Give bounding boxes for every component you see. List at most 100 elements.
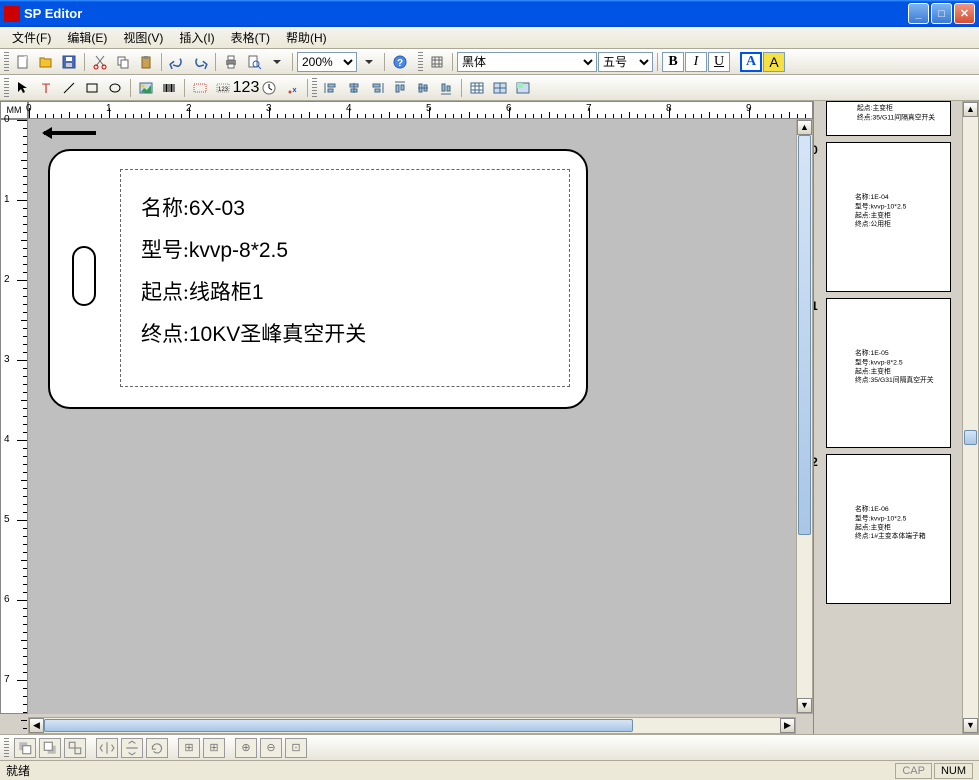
scroll-right-icon[interactable]: ▶: [780, 718, 795, 733]
align-top-button[interactable]: [389, 77, 411, 99]
label-card[interactable]: 名称:6X-03 型号:kvvp-8*2.5 起点:线路柜1 终点:10KV圣峰…: [48, 149, 588, 409]
redo-button[interactable]: [189, 51, 211, 73]
zoom-in-button[interactable]: ⊕: [235, 738, 257, 758]
zoom-dropdown-icon[interactable]: [358, 51, 380, 73]
thumbnails-panel: 起点:主变柜终点:35/G11间隔真空开关 40名称:1E-04型号:kvvp-1…: [813, 101, 979, 734]
scroll-up-icon[interactable]: ▲: [963, 102, 978, 117]
paste-button[interactable]: [135, 51, 157, 73]
counter-tool[interactable]: 123: [235, 77, 257, 99]
font-size-select[interactable]: 五号: [598, 52, 653, 72]
direction-arrow-icon: [36, 129, 96, 137]
thumbnail-card[interactable]: 41名称:1E-05型号:kvvp-8*2.5起点:主变柜终点:35/G31间隔…: [826, 298, 951, 448]
flip-h-button[interactable]: [96, 738, 118, 758]
save-button[interactable]: [58, 51, 80, 73]
decimal-tool[interactable]: [281, 77, 303, 99]
toolbar-drawing: T 123 123: [0, 75, 979, 101]
menu-table[interactable]: 表格(T): [223, 27, 278, 48]
align-left-button[interactable]: [320, 77, 342, 99]
ruler-horizontal[interactable]: 012345678910: [28, 101, 813, 119]
status-num: NUM: [934, 763, 973, 779]
copy-button[interactable]: [112, 51, 134, 73]
rect-tool[interactable]: [81, 77, 103, 99]
time-tool[interactable]: [258, 77, 280, 99]
svg-text:T: T: [42, 80, 51, 96]
text-frame[interactable]: 名称:6X-03 型号:kvvp-8*2.5 起点:线路柜1 终点:10KV圣峰…: [120, 169, 570, 387]
align-center-v-button[interactable]: [412, 77, 434, 99]
align-center-h-button[interactable]: [343, 77, 365, 99]
canvas[interactable]: 名称:6X-03 型号:kvvp-8*2.5 起点:线路柜1 终点:10KV圣峰…: [28, 119, 796, 714]
font-select[interactable]: 黑体: [457, 52, 597, 72]
toolbar-main: 200% ? 黑体 五号 B I U A A: [0, 49, 979, 75]
new-button[interactable]: [12, 51, 34, 73]
text-tool[interactable]: T: [35, 77, 57, 99]
font-color-button[interactable]: A: [740, 52, 762, 72]
status-text: 就绪: [6, 762, 893, 779]
line-tool[interactable]: [58, 77, 80, 99]
open-button[interactable]: [35, 51, 57, 73]
distribute-v-button[interactable]: ⊞: [203, 738, 225, 758]
canvas-hscroll[interactable]: ◀ ▶: [28, 717, 796, 734]
zoom-out-button[interactable]: ⊖: [260, 738, 282, 758]
grid-tool[interactable]: [489, 77, 511, 99]
thumbnail-text: 起点:主变柜终点:35/G11间隔真空开关: [857, 104, 935, 122]
menu-view[interactable]: 视图(V): [115, 27, 171, 48]
ellipse-tool[interactable]: [104, 77, 126, 99]
print-button[interactable]: [220, 51, 242, 73]
rotate-button[interactable]: [146, 738, 168, 758]
flip-v-button[interactable]: [121, 738, 143, 758]
scroll-down-icon[interactable]: ▼: [963, 718, 978, 733]
help-button[interactable]: ?: [389, 51, 411, 73]
zoom-fit-button[interactable]: ⊡: [285, 738, 307, 758]
thumbnail-card[interactable]: 起点:主变柜终点:35/G11间隔真空开关: [826, 101, 951, 136]
zoom-select[interactable]: 200%: [297, 52, 357, 72]
menu-help[interactable]: 帮助(H): [278, 27, 335, 48]
toolbar-grip[interactable]: [4, 78, 9, 98]
toolbar-grip[interactable]: [312, 78, 317, 98]
align-bottom-button[interactable]: [435, 77, 457, 99]
grid-button[interactable]: [426, 51, 448, 73]
underline-button[interactable]: U: [708, 52, 730, 72]
statusbar: 就绪 CAP NUM: [0, 760, 979, 780]
dropdown-icon[interactable]: [266, 51, 288, 73]
thumbnail-number: 42: [814, 455, 818, 469]
sequence-tool[interactable]: [189, 77, 211, 99]
cut-button[interactable]: [89, 51, 111, 73]
date-tool[interactable]: 123: [212, 77, 234, 99]
svg-text:123: 123: [218, 87, 229, 93]
canvas-area: MM 012345678910 012345678 名称:6X-03 型号:kv…: [0, 101, 813, 734]
scroll-down-icon[interactable]: ▼: [797, 698, 812, 713]
pointer-tool[interactable]: [12, 77, 34, 99]
maximize-button[interactable]: □: [931, 3, 952, 24]
menu-insert[interactable]: 插入(I): [171, 27, 222, 48]
cell-tool[interactable]: [512, 77, 534, 99]
close-button[interactable]: ✕: [954, 3, 975, 24]
ruler-vertical[interactable]: 012345678: [0, 119, 28, 714]
toolbar-grip[interactable]: [4, 738, 9, 758]
bold-button[interactable]: B: [662, 52, 684, 72]
align-right-button[interactable]: [366, 77, 388, 99]
scroll-left-icon[interactable]: ◀: [29, 718, 44, 733]
layer-front-button[interactable]: [14, 738, 36, 758]
scroll-up-icon[interactable]: ▲: [797, 120, 812, 135]
table-tool[interactable]: [466, 77, 488, 99]
distribute-h-button[interactable]: ⊞: [178, 738, 200, 758]
status-cap: CAP: [895, 763, 932, 779]
toolbar-grip[interactable]: [418, 52, 423, 72]
italic-button[interactable]: I: [685, 52, 707, 72]
thumbnail-card[interactable]: 40名称:1E-04型号:kvvp-10*2.5起点:主变柜终点:公用柜: [826, 142, 951, 292]
menu-file[interactable]: 文件(F): [4, 27, 59, 48]
minimize-button[interactable]: _: [908, 3, 929, 24]
thumbs-vscroll[interactable]: ▲ ▼: [962, 101, 979, 734]
menu-edit[interactable]: 编辑(E): [59, 27, 115, 48]
undo-button[interactable]: [166, 51, 188, 73]
group-button[interactable]: [64, 738, 86, 758]
toolbar-grip[interactable]: [4, 52, 9, 72]
image-tool[interactable]: [135, 77, 157, 99]
window-title: SP Editor: [24, 6, 908, 21]
layer-back-button[interactable]: [39, 738, 61, 758]
highlight-button[interactable]: A: [763, 52, 785, 72]
canvas-vscroll[interactable]: ▲ ▼: [796, 119, 813, 714]
thumbnail-card[interactable]: 42名称:1E-06型号:kvvp-10*2.5起点:主变柜终点:1#主变本体端…: [826, 454, 951, 604]
preview-button[interactable]: [243, 51, 265, 73]
barcode-tool[interactable]: [158, 77, 180, 99]
